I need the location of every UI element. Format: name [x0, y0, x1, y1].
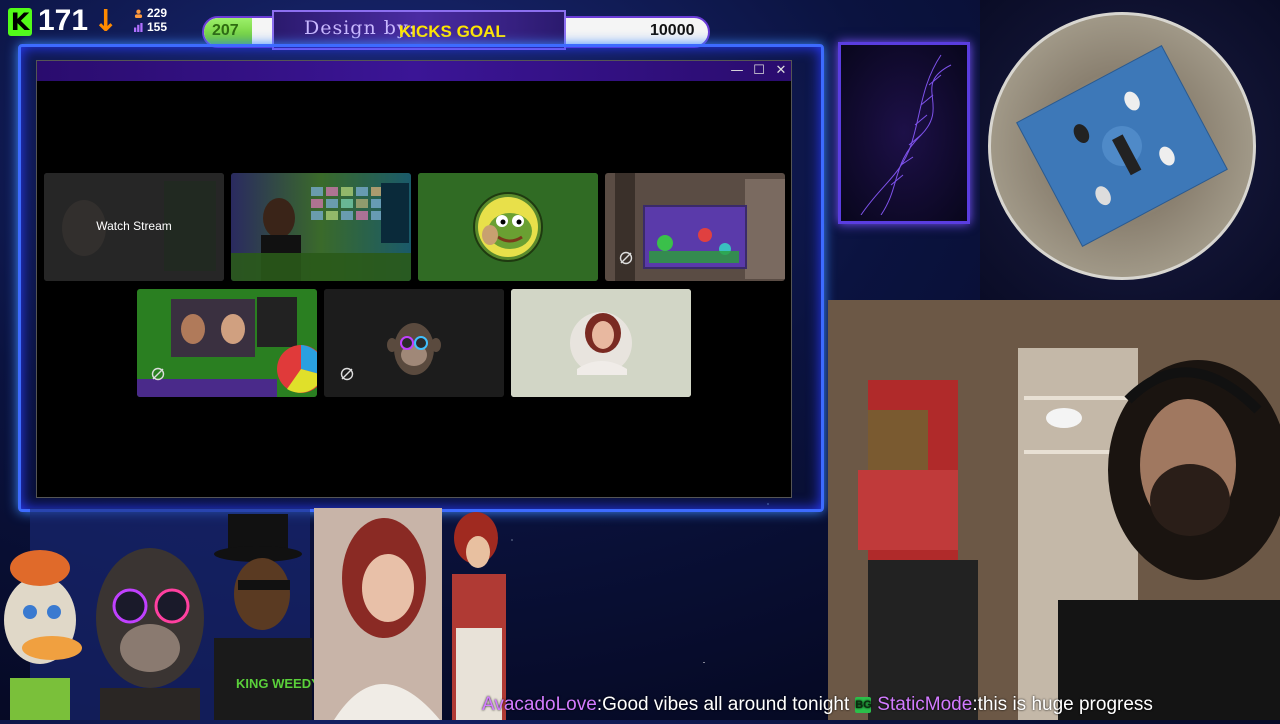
kick-follower-count: 171	[38, 4, 89, 37]
stat-down: 155	[147, 20, 168, 34]
chat-username: AvacadoLove	[482, 694, 597, 715]
webcam-scene	[828, 300, 1280, 720]
goal-current-value: 207	[212, 22, 239, 39]
dna-visual-panel	[838, 42, 970, 224]
window-titlebar[interactable]: — ☐ ✕	[37, 61, 791, 81]
vinyl-record	[988, 12, 1256, 280]
minimize-button[interactable]: —	[727, 62, 747, 80]
stream-tile-7[interactable]	[511, 289, 691, 397]
monkey-avatar	[96, 548, 204, 720]
close-button[interactable]: ✕	[771, 62, 791, 80]
goal-target-value: 10000	[650, 22, 695, 39]
samurai-avatar	[452, 512, 506, 720]
stream-browser-window: — ☐ ✕ Watch Stream	[36, 60, 792, 498]
mini-stats: 229 155	[134, 6, 167, 34]
shirt-text: KING WEEDY	[236, 676, 320, 691]
stream-tile-5[interactable]	[137, 289, 317, 397]
stream-tile-1[interactable]: Watch Stream	[44, 173, 224, 281]
watch-stream-label[interactable]: Watch Stream	[44, 219, 224, 233]
stream-tile-6[interactable]	[324, 289, 504, 397]
avatar-frog-icon	[418, 173, 598, 281]
kick-logo-icon: K	[8, 8, 32, 36]
stream-tile-3[interactable]	[418, 173, 598, 281]
goal-label: KICKS GOAL	[399, 22, 506, 41]
webcam-feed	[828, 300, 1280, 720]
mute-icon	[619, 251, 633, 265]
stream-tile-4[interactable]	[605, 173, 785, 281]
mute-icon	[151, 367, 165, 381]
down-arrow-icon: ↓	[93, 4, 119, 39]
person-icon	[134, 9, 143, 18]
chat-ticker: AvacadoLove:Good vibes all around tonigh…	[482, 694, 1153, 716]
chat-message: Good vibes all around tonight	[602, 694, 850, 715]
bar-chart-icon	[134, 22, 143, 32]
dna-helix-icon	[860, 54, 952, 216]
woman-photo	[314, 508, 442, 720]
stream-thumbnail	[231, 173, 411, 281]
stream-tile-2[interactable]	[231, 173, 411, 281]
chat-message: this is huge progress	[977, 694, 1153, 715]
avatar-woman-icon	[511, 289, 691, 397]
stat-up: 229	[147, 6, 168, 20]
album-cover-art	[1016, 45, 1228, 247]
bottom-avatars-strip: KING WEEDY	[4, 508, 506, 720]
mute-icon	[340, 367, 354, 381]
chat-username: StaticMode	[877, 694, 973, 715]
chat-badge-icon: BG	[855, 696, 872, 713]
maximize-button[interactable]: ☐	[749, 62, 769, 80]
